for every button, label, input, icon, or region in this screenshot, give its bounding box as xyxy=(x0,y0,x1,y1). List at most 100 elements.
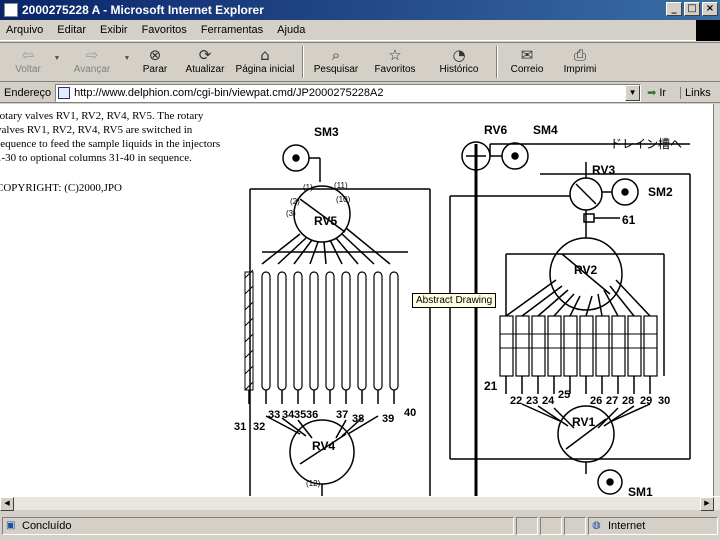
toolbar-separator xyxy=(496,46,498,78)
mail-icon: ✉ xyxy=(520,46,534,64)
back-button[interactable]: ⇦ Voltar xyxy=(4,43,52,81)
horizontal-scrollbar[interactable]: ◀ ▶ xyxy=(0,496,720,511)
stop-button[interactable]: ⊗ Parar xyxy=(132,43,178,81)
injector-label: 25 xyxy=(558,389,570,401)
port-label: (10) xyxy=(336,195,351,204)
refresh-icon: ⟳ xyxy=(198,46,212,64)
go-arrow-icon: ➡ xyxy=(647,86,657,99)
injector-label: 22 xyxy=(510,395,522,407)
column-label: 39 xyxy=(382,413,394,425)
refresh-label: Atualizar xyxy=(185,64,225,75)
port-label: (2) xyxy=(290,197,300,206)
address-url: http://www.delphion.com/cgi-bin/viewpat.… xyxy=(74,86,384,99)
address-input[interactable]: http://www.delphion.com/cgi-bin/viewpat.… xyxy=(55,83,642,102)
minimize-button[interactable]: _ xyxy=(666,2,682,16)
window-title: 2000275228 A - Microsoft Internet Explor… xyxy=(22,3,264,17)
address-label: Endereço xyxy=(4,86,52,99)
menu-edit[interactable]: Editar xyxy=(57,24,86,36)
port-label: (3) xyxy=(286,209,296,218)
status-text-panel: ▣ Concluído xyxy=(2,516,514,535)
menu-help[interactable]: Ajuda xyxy=(277,24,305,36)
scroll-right-icon[interactable]: ▶ xyxy=(700,497,714,511)
go-label: Ir xyxy=(659,86,667,99)
status-panel xyxy=(564,516,586,535)
page-content: rotary valves RV1, RV2, RV4, RV5. The ro… xyxy=(0,104,714,496)
history-button[interactable]: ◔ Histórico xyxy=(426,43,492,81)
column-label: 38 xyxy=(352,413,364,425)
column-label: 31 xyxy=(234,421,246,433)
port-label: (12) xyxy=(306,479,321,488)
history-icon: ◔ xyxy=(452,46,466,64)
globe-icon: ◍ xyxy=(592,519,601,531)
back-arrow-icon: ⇦ xyxy=(21,46,35,64)
label-61: 61 xyxy=(622,213,636,227)
injector-label: 26 xyxy=(590,395,602,407)
maximize-button[interactable]: □ xyxy=(684,2,700,16)
home-button[interactable]: ⌂ Página inicial xyxy=(232,43,298,81)
column-label: 33 xyxy=(268,409,280,421)
stop-label: Parar xyxy=(142,64,168,75)
menu-file[interactable]: Arquivo xyxy=(6,24,43,36)
home-label: Página inicial xyxy=(235,64,295,75)
toolbar: ⇦ Voltar ▼ ⇨ Avançar ▼ ⊗ Parar ⟳ Atualiz… xyxy=(0,42,720,82)
ie-logo-icon xyxy=(4,3,18,17)
links-button[interactable]: Links xyxy=(680,86,711,99)
label-rv1: RV1 xyxy=(572,415,595,429)
injector-label: 30 xyxy=(658,395,670,407)
close-button[interactable]: × xyxy=(702,2,718,16)
window-controls: _ □ × xyxy=(666,2,718,16)
label-sm2: SM2 xyxy=(648,185,673,199)
back-dropdown-icon[interactable]: ▼ xyxy=(52,43,62,62)
favorites-button[interactable]: ☆ Favoritos xyxy=(364,43,426,81)
back-label: Voltar xyxy=(15,64,41,75)
label-rv6: RV6 xyxy=(484,123,507,137)
abstract-drawing-tooltip: Abstract Drawing xyxy=(412,293,497,308)
vertical-scrollbar[interactable] xyxy=(714,104,720,496)
label-rv4: RV4 xyxy=(312,439,335,453)
injector-label: 27 xyxy=(606,395,618,407)
go-button[interactable]: ➡ Ir xyxy=(647,86,666,99)
favorites-icon: ☆ xyxy=(388,46,402,64)
forward-button[interactable]: ⇨ Avançar xyxy=(62,43,122,81)
injector-label: 23 xyxy=(526,395,538,407)
column-label: 32 xyxy=(253,421,265,433)
search-label: Pesquisar xyxy=(313,64,359,75)
history-label: Histórico xyxy=(439,64,479,75)
status-panel xyxy=(516,516,538,535)
refresh-button[interactable]: ⟳ Atualizar xyxy=(178,43,232,81)
injector-label: 28 xyxy=(622,395,634,407)
forward-label: Avançar xyxy=(73,64,111,75)
zone-text: Internet xyxy=(608,519,646,532)
browser-window: 2000275228 A - Microsoft Internet Explor… xyxy=(0,0,720,540)
menu-tools[interactable]: Ferramentas xyxy=(201,24,263,36)
menu-favorites[interactable]: Favoritos xyxy=(142,24,187,36)
favorites-label: Favoritos xyxy=(374,64,416,75)
search-button[interactable]: ⌕ Pesquisar xyxy=(308,43,364,81)
label-drain: ドレイン槽へ xyxy=(610,137,682,151)
label-sm3: SM3 xyxy=(314,125,339,139)
column-label: 36 xyxy=(306,409,318,421)
status-text: Concluído xyxy=(22,519,72,532)
print-label: Imprimi xyxy=(563,64,597,75)
stop-icon: ⊗ xyxy=(148,46,162,64)
menu-view[interactable]: Exibir xyxy=(100,24,128,36)
forward-dropdown-icon[interactable]: ▼ xyxy=(122,43,132,62)
port-label: (11) xyxy=(334,181,348,190)
menu-bar: Arquivo Editar Exibir Favoritos Ferramen… xyxy=(0,20,720,41)
address-bar: Endereço http://www.delphion.com/cgi-bin… xyxy=(0,83,720,103)
mail-button[interactable]: ✉ Correio xyxy=(502,43,552,81)
abstract-drawing[interactable]: SM3 RV6 SM4 ドレイン槽へ RV3 SM2 RV5 61 RV2 21… xyxy=(0,104,714,496)
windows-logo-icon xyxy=(696,20,720,41)
scroll-left-icon[interactable]: ◀ xyxy=(0,497,14,511)
search-icon: ⌕ xyxy=(331,46,341,64)
address-dropdown-icon[interactable]: ▼ xyxy=(625,84,641,101)
injector-label: 29 xyxy=(640,395,652,407)
toolbar-separator xyxy=(302,46,304,78)
label-sm1: SM1 xyxy=(628,485,653,496)
print-button[interactable]: ⎙ Imprimi xyxy=(552,43,608,81)
page-done-icon: ▣ xyxy=(6,519,16,531)
injector-label: 24 xyxy=(542,395,555,407)
label-rv2: RV2 xyxy=(574,263,597,277)
column-label: 35 xyxy=(294,409,306,421)
port-label: (1) xyxy=(303,183,313,192)
